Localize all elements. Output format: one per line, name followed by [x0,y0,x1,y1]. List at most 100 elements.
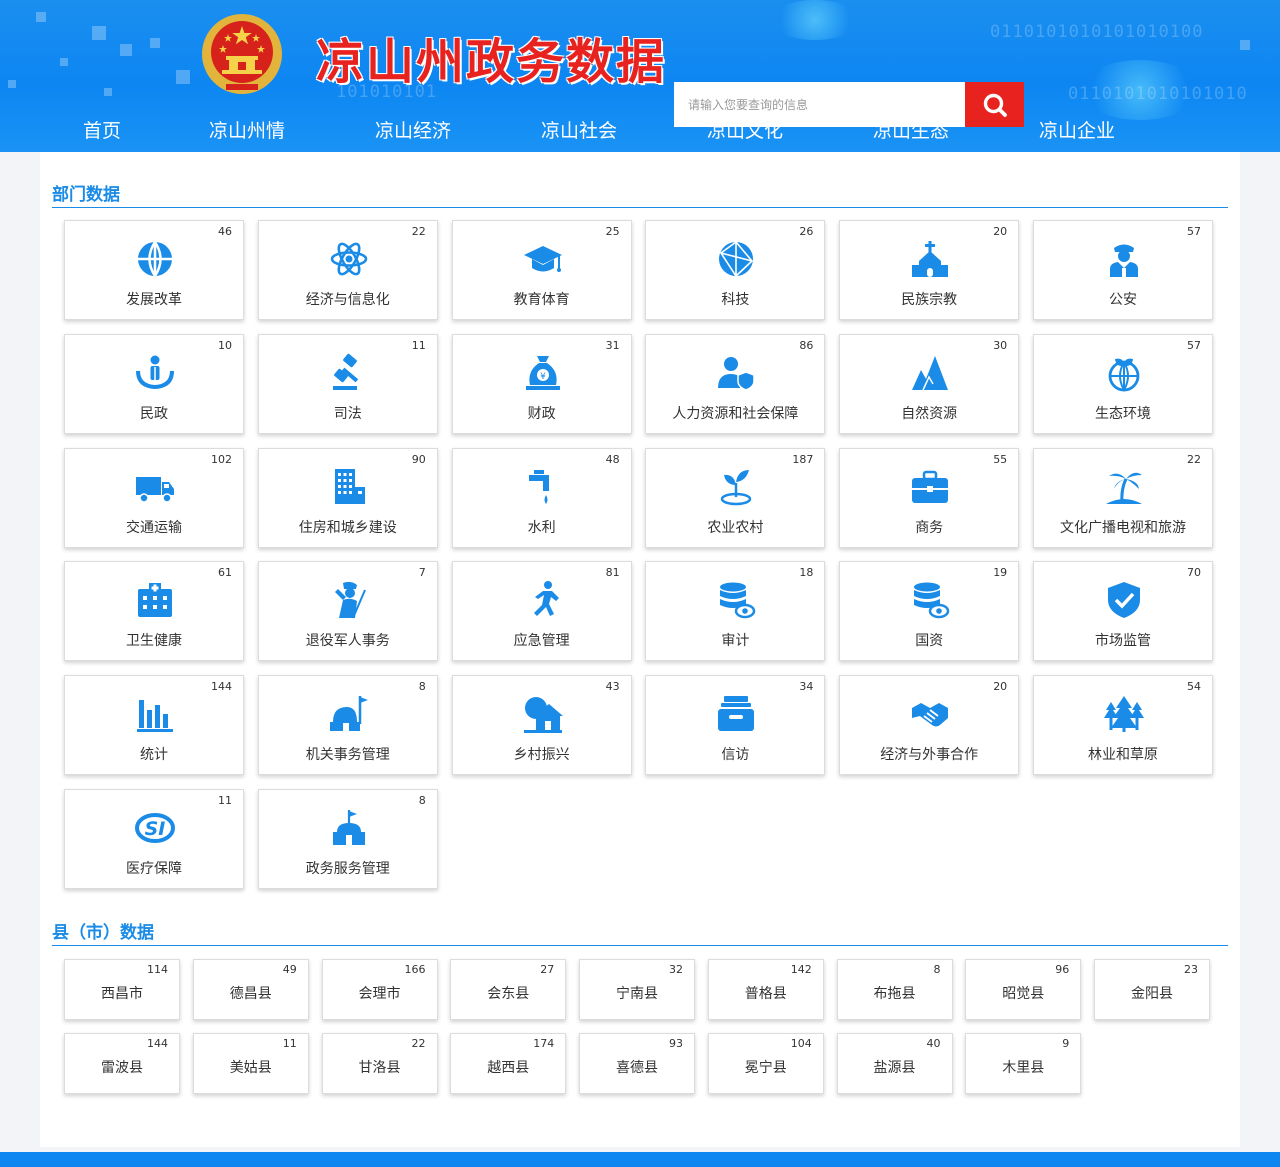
county-count: 104 [790,1036,812,1050]
county-card[interactable]: 23 金阳县 [1094,959,1210,1020]
department-name: 国资 [915,633,944,650]
county-name: 木里县 [1002,1059,1045,1076]
department-name: 农业农村 [707,519,764,536]
trees-icon [1104,696,1144,733]
department-card[interactable]: 55 商务 [839,447,1020,548]
county-name: 普格县 [744,986,787,1002]
county-count: 144 [147,1036,168,1050]
decor-pixel [120,44,132,56]
department-card[interactable]: 43 乡村振兴 [451,675,632,776]
department-card[interactable]: 26 科技 [645,220,826,320]
department-count: 20 [993,225,1008,238]
nav-liangshan-society[interactable]: 凉山社会 [541,116,617,143]
department-card[interactable]: 48 水利 [451,447,632,548]
nav-liangshan-overview[interactable]: 凉山州情 [209,116,285,143]
department-count: 22 [411,225,426,238]
soldier-salute-icon [334,582,366,619]
nav-home[interactable]: 首页 [83,116,121,143]
nav-liangshan-ecology[interactable]: 凉山生态 [873,116,949,143]
department-count: 86 [799,338,814,352]
department-count: 22 [1187,452,1201,466]
network-sphere-icon [719,240,754,278]
department-card[interactable]: 8 政务服务管理 [257,789,438,889]
site-header: 0110101010101010100 0110101010101010 101… [0,0,1280,152]
department-card[interactable]: 70 市场监管 [1033,561,1213,662]
sprout-icon [721,469,752,505]
department-card[interactable]: 61 卫生健康 [64,561,244,662]
decor-pixel [92,26,106,40]
county-name: 雷波县 [101,1059,143,1076]
county-name: 金阳县 [1131,986,1173,1002]
department-name: 林业和草原 [1088,747,1158,764]
department-card[interactable]: 86 人力资源和社会保障 [645,333,826,434]
nav-liangshan-enterprise[interactable]: 凉山企业 [1039,116,1115,143]
department-count: 46 [218,225,232,238]
department-name: 交通运输 [126,519,182,536]
police-officer-icon [1110,244,1138,277]
department-name: 水利 [527,519,556,536]
county-card[interactable]: 104 冕宁县 [707,1032,824,1094]
county-card[interactable]: 166 会理市 [321,959,438,1020]
department-card[interactable]: 102 交通运输 [64,447,244,548]
department-card[interactable]: 8 机关事务管理 [257,675,438,776]
county-name: 甘洛县 [358,1059,401,1076]
county-name: 宁南县 [616,986,658,1002]
department-card[interactable]: 144 统计 [64,675,244,776]
department-card[interactable]: 57 生态环境 [1033,333,1213,434]
county-count: 40 [926,1036,941,1050]
department-card[interactable]: 25 教育体育 [451,220,632,320]
department-card[interactable]: 46 发展改革 [64,220,244,320]
department-card[interactable]: 54 林业和草原 [1033,675,1213,776]
county-card[interactable]: 22 甘洛县 [321,1032,438,1094]
county-card[interactable]: 40 盐源县 [836,1032,953,1094]
department-card[interactable]: 22 文化广播电视和旅游 [1033,447,1213,548]
briefcase-icon [912,470,949,503]
county-count: 8 [933,963,941,976]
department-card[interactable]: 19 国资 [839,561,1020,662]
nav-liangshan-economy[interactable]: 凉山经济 [375,116,451,143]
department-card[interactable]: 7 退役军人事务 [257,561,438,662]
department-count: 187 [792,452,814,466]
department-card[interactable]: 81 应急管理 [451,561,632,662]
department-count: 7 [418,566,426,580]
county-card[interactable]: 114 西昌市 [64,959,180,1020]
department-name: 住房和城乡建设 [298,519,397,536]
county-card[interactable]: 11 美姑县 [192,1032,309,1094]
nav-liangshan-culture[interactable]: 凉山文化 [707,116,783,143]
county-card[interactable]: 93 喜德县 [579,1032,695,1094]
department-card[interactable]: 10 民政 [64,333,244,434]
decor-pixel [36,12,46,22]
mountains-icon [912,355,949,391]
county-card[interactable]: 9 木里县 [965,1032,1082,1094]
department-name: 审计 [721,633,750,650]
department-card[interactable]: 187 农业农村 [645,447,826,548]
department-card[interactable]: 90 住房和城乡建设 [257,447,438,548]
county-card[interactable]: 174 越西县 [450,1032,567,1094]
department-card[interactable]: 20 经济与外事合作 [839,675,1020,776]
department-card[interactable]: 11 司法 [257,333,438,434]
department-card[interactable]: 34 信访 [645,675,826,776]
county-card[interactable]: 96 昭觉县 [965,959,1082,1020]
department-card[interactable]: 22 经济与信息化 [257,220,438,320]
decor-pixel [60,58,68,66]
county-card[interactable]: 8 布拖县 [836,959,953,1020]
county-count: 142 [790,963,812,976]
si-insurance-icon: SI [135,813,175,843]
county-card[interactable]: 142 普格县 [707,959,824,1020]
department-name: 经济与外事合作 [880,747,979,764]
county-card[interactable]: 27 会东县 [450,959,567,1020]
county-card[interactable]: 144 雷波县 [64,1032,180,1094]
department-card[interactable]: 11 SI 医疗保障 [64,789,244,889]
department-card[interactable]: 20 民族宗教 [839,220,1020,320]
department-card[interactable]: 31 ¥ 财政 [451,333,632,434]
county-card[interactable]: 32 宁南县 [579,959,695,1020]
church-icon [912,241,949,277]
decor-binary: 0110101010101010100 [990,22,1204,42]
department-name: 卫生健康 [126,633,182,650]
county-card[interactable]: 49 德昌县 [192,959,309,1020]
decor-pixel [150,38,160,48]
department-card[interactable]: 57 公安 [1033,220,1213,320]
department-count: 20 [993,680,1008,694]
department-card[interactable]: 30 自然资源 [839,333,1020,434]
department-card[interactable]: 18 审计 [645,561,826,662]
